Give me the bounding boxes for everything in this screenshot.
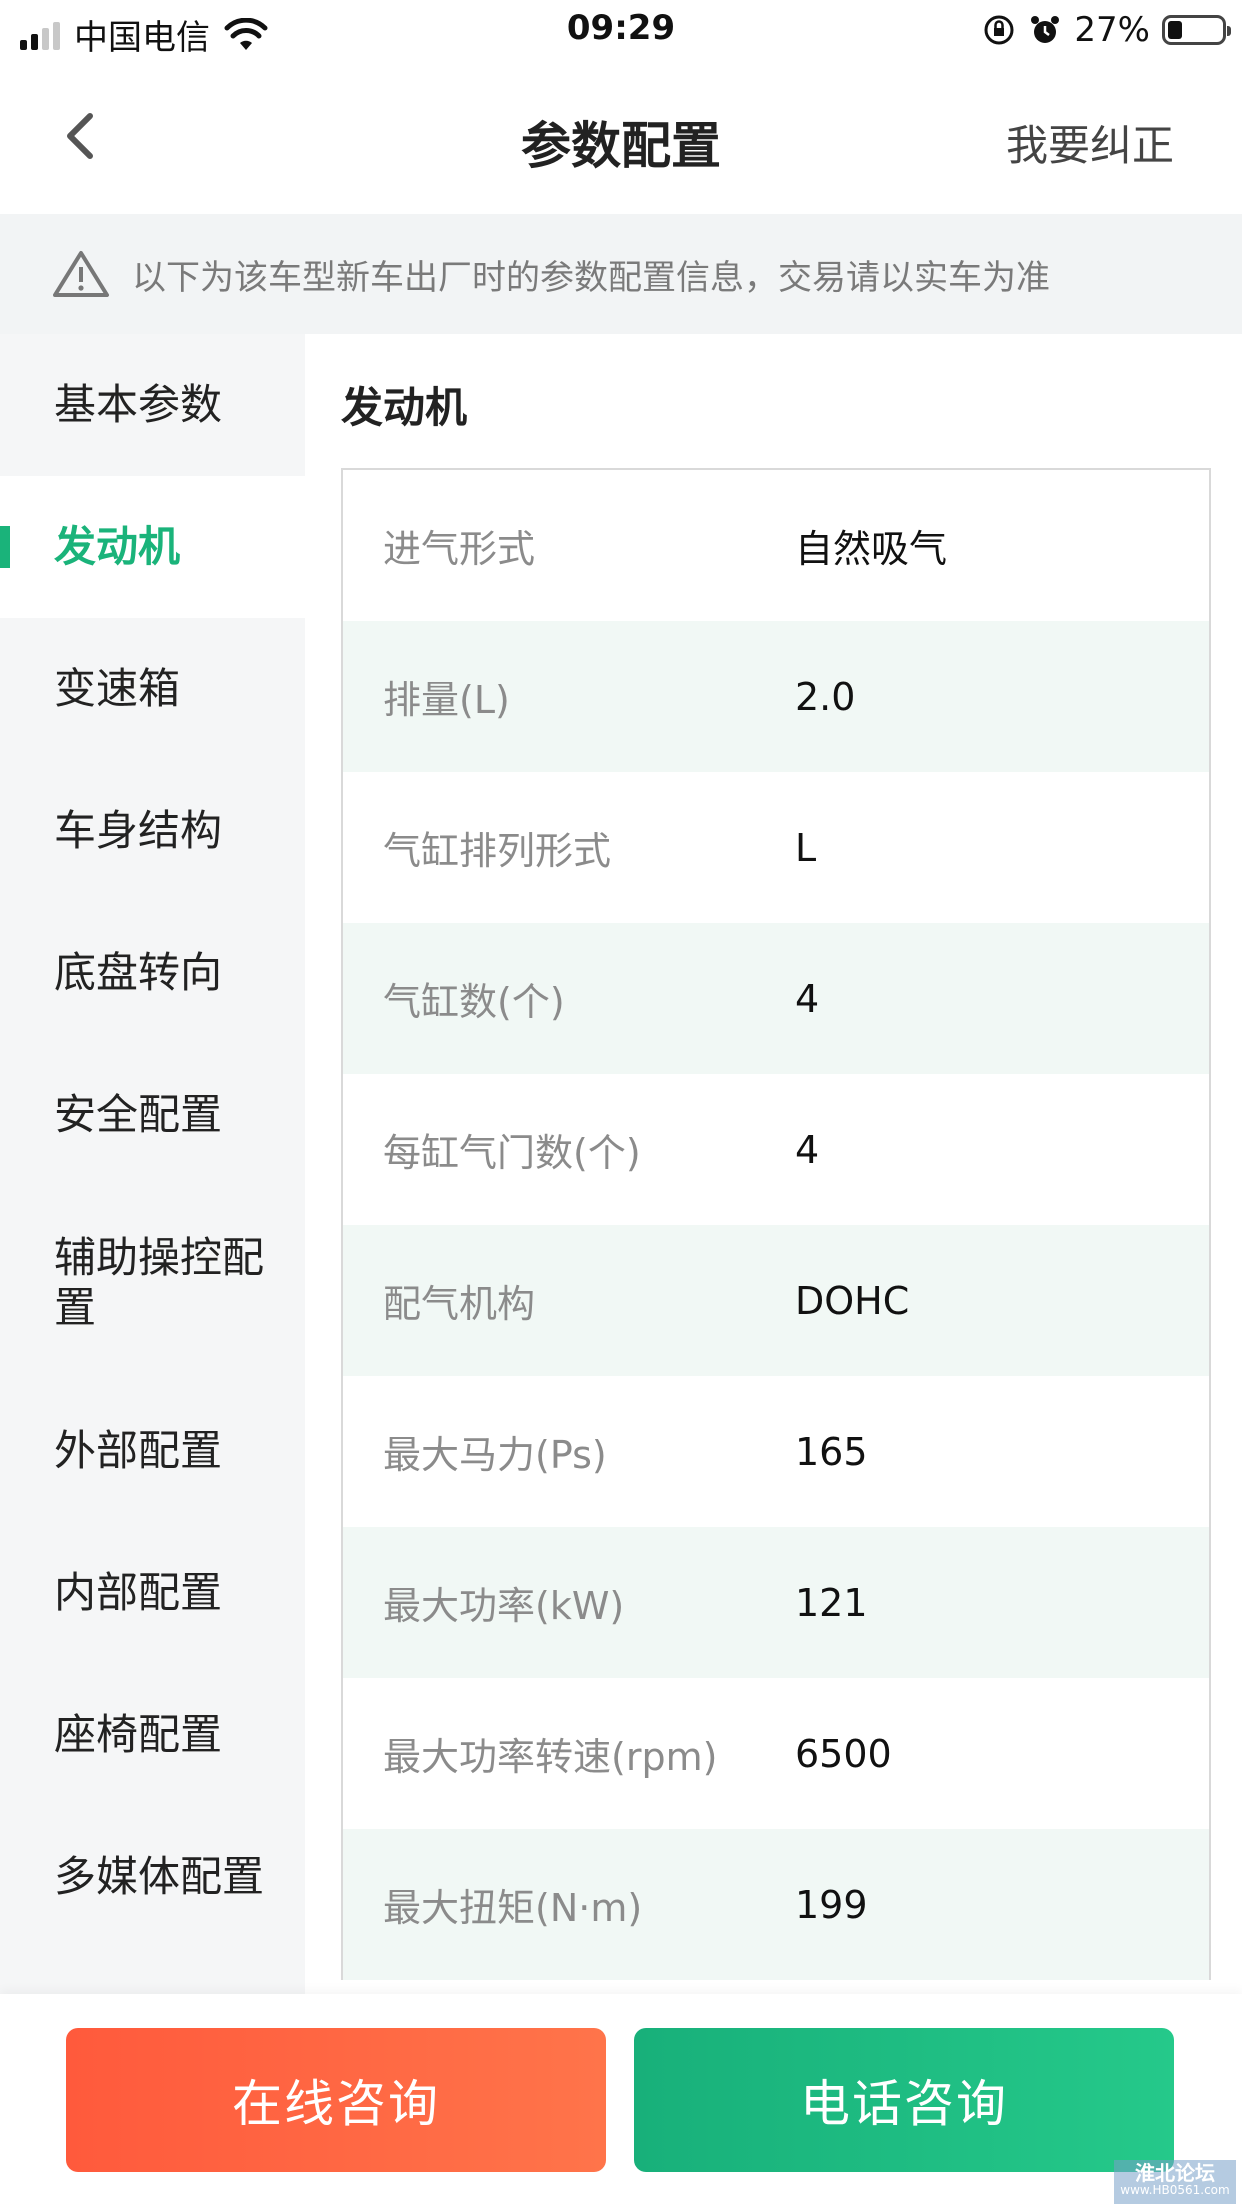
sidebar-item-seats[interactable]: 座椅配置 <box>0 1664 305 1806</box>
table-row: 最大功率转速(rpm) 6500 <box>343 1678 1209 1829</box>
spec-key: 气缸数(个) <box>383 980 565 1024</box>
spec-key: 最大扭矩(N·m) <box>383 1886 643 1930</box>
spec-value: 6500 <box>795 1731 892 1776</box>
spec-key: 进气形式 <box>383 527 536 571</box>
sidebar-item-gearbox[interactable]: 变速箱 <box>0 618 305 760</box>
sidebar-item-label: 座椅配置 <box>54 1709 223 1759</box>
spec-table: 进气形式 自然吸气 排量(L) 2.0 气缸排列形式 L 气缸数(个) 4 每缸气门数(… <box>341 468 1211 1980</box>
sidebar-item-label: 内部配置 <box>54 1567 223 1617</box>
spec-key: 最大功率转速(rpm) <box>383 1735 718 1779</box>
chevron-left-icon[interactable] <box>52 104 116 168</box>
sidebar-item-interior[interactable]: 内部配置 <box>0 1522 305 1664</box>
spec-key: 配气机构 <box>383 1282 536 1326</box>
sidebar-item-body[interactable]: 车身结构 <box>0 760 305 902</box>
spec-value: 165 <box>795 1429 868 1474</box>
sidebar-item-label: 多媒体配置 <box>54 1851 265 1901</box>
sidebar-item-engine[interactable]: 发动机 <box>0 476 305 618</box>
table-row: 配气机构 DOHC <box>343 1225 1209 1376</box>
spec-key: 最大功率(kW) <box>383 1584 625 1628</box>
sidebar-item-safety[interactable]: 安全配置 <box>0 1044 305 1186</box>
watermark-title: 淮北论坛 <box>1135 2161 1215 2185</box>
spec-value: 4 <box>795 976 820 1021</box>
table-row: 进气形式 自然吸气 <box>343 470 1209 621</box>
online-consult-button[interactable]: 在线咨询 <box>66 2028 606 2172</box>
table-row: 每缸气门数(个) 4 <box>343 1074 1209 1225</box>
sidebar-item-label: 辅助操控配置 <box>54 1232 265 1332</box>
sidebar-item-multimedia[interactable]: 多媒体配置 <box>0 1806 305 1948</box>
table-row: 气缸数(个) 4 <box>343 923 1209 1074</box>
table-row: 最大功率(kW) 121 <box>343 1527 1209 1678</box>
spec-value: 自然吸气 <box>795 527 948 571</box>
page: 中国电信 09:29 27% 参数配置 我要纠正 以下为该车型新车出厂时的参数配… <box>0 0 1242 2208</box>
spec-content: 发动机 进气形式 自然吸气 排量(L) 2.0 气缸排列形式 L 气缸数(个) 4 每缸… <box>305 334 1242 1994</box>
table-row: 最大扭矩(N·m) 199 <box>343 1829 1209 1980</box>
spec-value: 199 <box>795 1882 868 1927</box>
spec-value: DOHC <box>795 1278 910 1323</box>
sidebar-item-label: 车身结构 <box>54 805 223 855</box>
sidebar-item-label: 基本参数 <box>54 379 223 429</box>
warning-triangle-icon <box>53 251 109 297</box>
table-row: 气缸排列形式 L <box>343 772 1209 923</box>
spec-value: 4 <box>795 1127 820 1172</box>
spec-value: L <box>795 825 817 870</box>
active-indicator <box>0 526 10 568</box>
table-row: 排量(L) 2.0 <box>343 621 1209 772</box>
nav-bar: 参数配置 我要纠正 <box>0 62 1242 215</box>
table-row: 最大马力(Ps) 165 <box>343 1376 1209 1527</box>
spec-key: 最大马力(Ps) <box>383 1433 607 1477</box>
forum-watermark: 淮北论坛 www.HB0561.com <box>1114 2160 1236 2204</box>
bottom-action-bar: 在线咨询 电话咨询 <box>0 1994 1242 2208</box>
rotation-lock-icon <box>984 15 1014 45</box>
spec-key: 排量(L) <box>383 678 510 722</box>
spec-key: 气缸排列形式 <box>383 829 612 873</box>
alarm-icon <box>1031 16 1060 43</box>
spec-value: 121 <box>795 1580 868 1625</box>
sidebar-item-label: 底盘转向 <box>54 947 223 997</box>
sidebar-item-label: 外部配置 <box>54 1425 223 1475</box>
sidebar-item-assist[interactable]: 辅助操控配置 <box>0 1186 305 1380</box>
sidebar-item-basic[interactable]: 基本参数 <box>0 334 305 476</box>
watermark-url: www.HB0561.com <box>1120 2183 1230 2197</box>
sidebar-item-label: 发动机 <box>54 521 181 571</box>
sidebar-item-label: 安全配置 <box>54 1089 223 1139</box>
section-title: 发动机 <box>341 383 468 432</box>
status-right: 27% <box>982 10 1231 50</box>
sidebar-item-exterior[interactable]: 外部配置 <box>0 1380 305 1522</box>
battery-percent: 27% <box>1074 10 1150 50</box>
notice-banner: 以下为该车型新车出厂时的参数配置信息，交易请以实车为准 <box>0 214 1242 334</box>
phone-consult-button[interactable]: 电话咨询 <box>634 2028 1174 2172</box>
battery-fill <box>1168 21 1182 39</box>
spec-key: 每缸气门数(个) <box>383 1131 641 1175</box>
status-bar: 中国电信 09:29 27% <box>0 0 1242 62</box>
notice-text: 以下为该车型新车出厂时的参数配置信息，交易请以实车为准 <box>132 257 1050 298</box>
sidebar-item-chassis[interactable]: 底盘转向 <box>0 902 305 1044</box>
correction-button[interactable]: 我要纠正 <box>1006 112 1174 173</box>
sidebar-item-label: 变速箱 <box>54 663 181 713</box>
category-sidebar: 基本参数 发动机 变速箱 车身结构 底盘转向 安全配置 辅助操控配置 外部配置 … <box>0 334 305 1994</box>
spec-value: 2.0 <box>795 674 856 719</box>
battery-icon <box>1162 15 1231 45</box>
